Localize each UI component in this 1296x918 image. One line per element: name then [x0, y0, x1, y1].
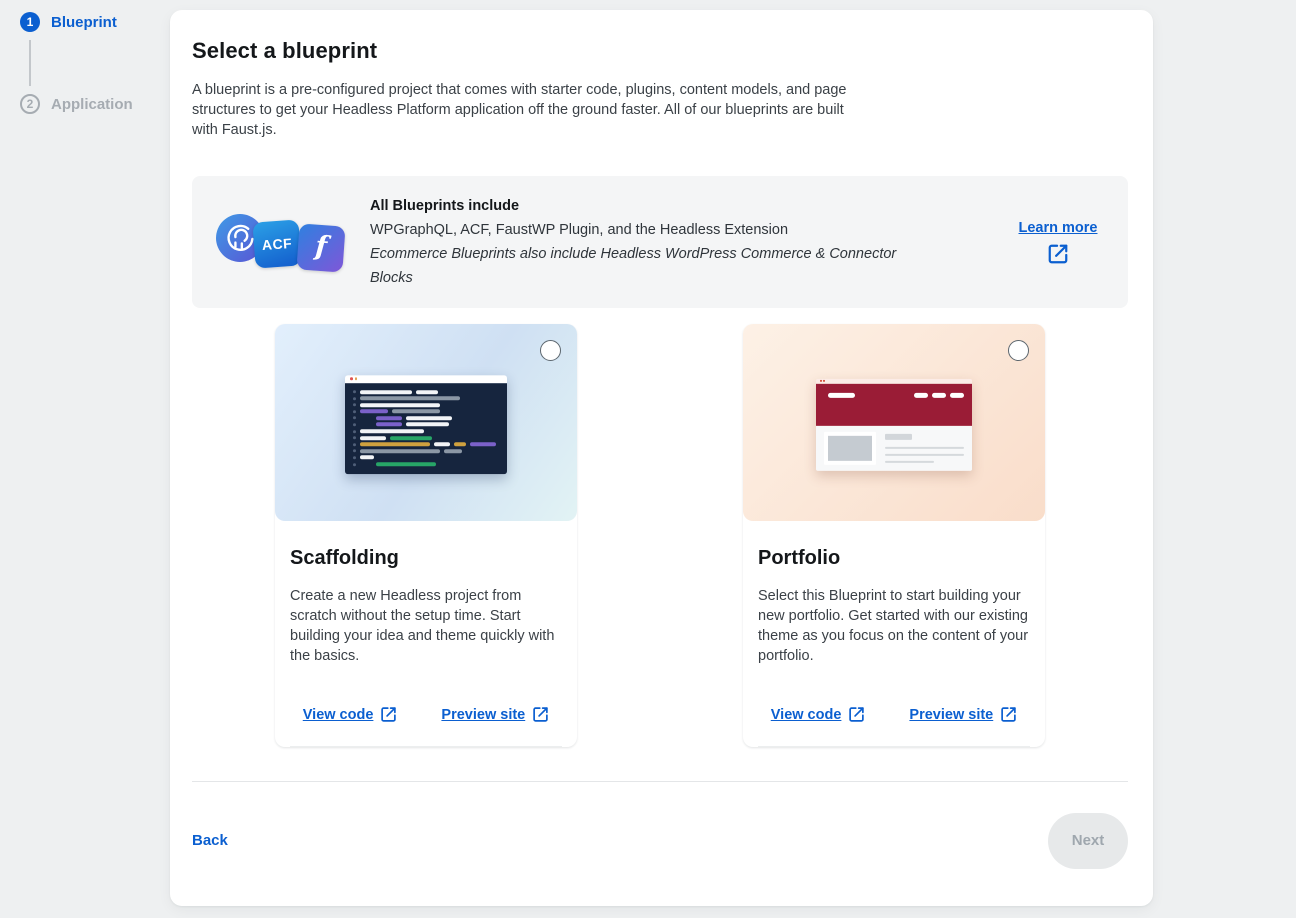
wizard-stepper: 1 Blueprint 2 Application	[20, 12, 170, 114]
scaffolding-thumbnail	[275, 324, 577, 521]
next-button[interactable]: Next	[1048, 813, 1128, 869]
page-title: Select a blueprint	[192, 38, 1128, 64]
preview-site-label: Preview site	[441, 707, 525, 723]
website-illustration	[816, 378, 972, 470]
select-blueprint-panel: Select a blueprint A blueprint is a pre-…	[170, 10, 1153, 906]
step-2-label: Application	[51, 96, 133, 113]
portfolio-view-code-link[interactable]: View code	[771, 706, 866, 723]
learn-more-link[interactable]: Learn more	[1012, 220, 1104, 265]
view-code-label: View code	[771, 707, 842, 723]
plugin-logos: ACF f	[216, 210, 344, 274]
acf-logo-icon: ACF	[252, 219, 301, 268]
portfolio-description: Select this Blueprint to start building …	[758, 586, 1030, 666]
scaffolding-preview-site-link[interactable]: Preview site	[441, 706, 549, 723]
portfolio-card-body: Portfolio Select this Blueprint to start…	[743, 547, 1045, 747]
portfolio-links: View code Preview site	[758, 706, 1030, 747]
blueprint-cards: Scaffolding Create a new Headless projec…	[192, 324, 1128, 747]
blueprints-info-box: ACF f All Blueprints include WPGraphQL, …	[192, 176, 1128, 308]
info-box-heading: All Blueprints include	[370, 194, 986, 218]
stepper-step-blueprint[interactable]: 1 Blueprint	[20, 12, 170, 32]
scaffolding-card-body: Scaffolding Create a new Headless projec…	[275, 547, 577, 747]
scaffolding-title: Scaffolding	[290, 547, 562, 570]
info-box-text: All Blueprints include WPGraphQL, ACF, F…	[370, 194, 986, 290]
blueprint-card-scaffolding[interactable]: Scaffolding Create a new Headless projec…	[275, 324, 577, 747]
step-1-badge: 1	[20, 12, 40, 32]
info-box-line1: WPGraphQL, ACF, FaustWP Plugin, and the …	[370, 218, 986, 242]
faustjs-logo-icon: f	[296, 223, 345, 272]
back-button[interactable]: Back	[192, 832, 228, 849]
external-link-icon	[532, 706, 549, 723]
portfolio-preview-site-link[interactable]: Preview site	[909, 706, 1017, 723]
scaffolding-radio[interactable]	[540, 340, 561, 361]
code-editor-illustration	[345, 375, 507, 475]
scaffolding-view-code-link[interactable]: View code	[303, 706, 398, 723]
portfolio-thumbnail	[743, 324, 1045, 521]
page-description: A blueprint is a pre-configured project …	[192, 80, 864, 140]
external-link-icon	[1000, 706, 1017, 723]
external-link-icon	[848, 706, 865, 723]
external-link-icon	[1047, 243, 1069, 265]
external-link-icon	[380, 706, 397, 723]
portfolio-title: Portfolio	[758, 547, 1030, 570]
stepper-connector	[29, 40, 31, 86]
step-1-label: Blueprint	[51, 14, 117, 31]
step-2-badge: 2	[20, 94, 40, 114]
scaffolding-links: View code Preview site	[290, 706, 562, 747]
preview-site-label: Preview site	[909, 707, 993, 723]
scaffolding-description: Create a new Headless project from scrat…	[290, 586, 562, 666]
stepper-step-application[interactable]: 2 Application	[20, 94, 170, 114]
wizard-footer: Back Next	[192, 782, 1128, 899]
blueprint-card-portfolio[interactable]: Portfolio Select this Blueprint to start…	[743, 324, 1045, 747]
view-code-label: View code	[303, 707, 374, 723]
learn-more-label[interactable]: Learn more	[1019, 220, 1098, 236]
info-box-line2: Ecommerce Blueprints also include Headle…	[370, 242, 915, 290]
portfolio-radio[interactable]	[1008, 340, 1029, 361]
